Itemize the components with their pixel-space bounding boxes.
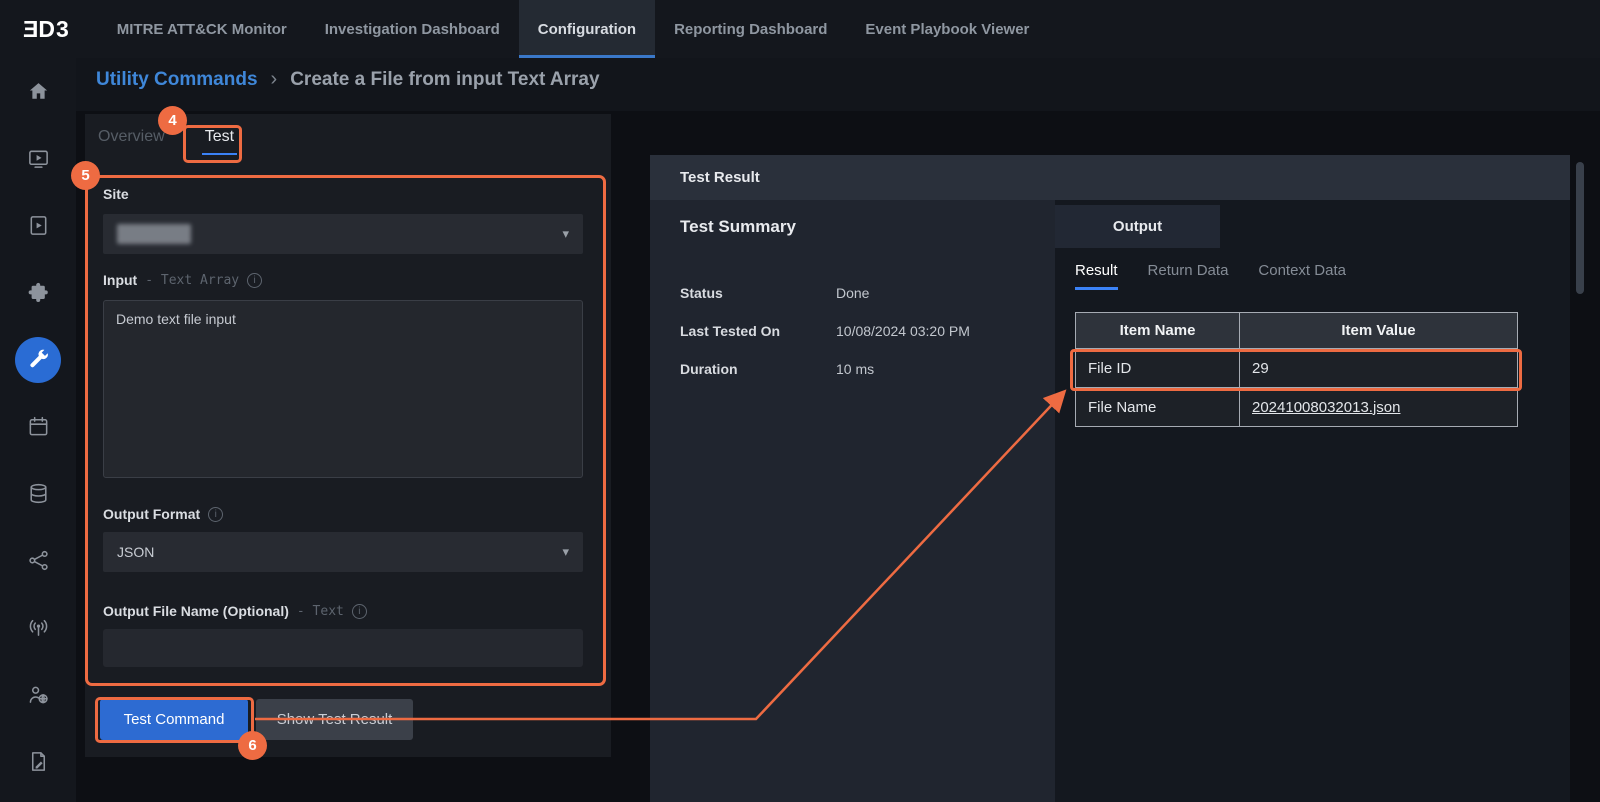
sidebar-item-geo-users[interactable] bbox=[0, 661, 76, 728]
nav-investigation-dashboard[interactable]: Investigation Dashboard bbox=[306, 0, 519, 58]
top-nav-items: MITRE ATT&CK Monitor Investigation Dashb… bbox=[98, 0, 1049, 58]
summary-row-duration: Duration 10 ms bbox=[680, 361, 874, 377]
site-value-redacted bbox=[117, 224, 191, 244]
tab-overview[interactable]: Overview bbox=[95, 126, 168, 155]
tab-output[interactable]: Output bbox=[1055, 205, 1220, 248]
result-table: Item Name Item Value File ID 29 File Nam… bbox=[1075, 312, 1518, 427]
d3-logo-text: D3 bbox=[38, 16, 69, 43]
subtab-result[interactable]: Result bbox=[1075, 262, 1118, 290]
summary-row-last-tested: Last Tested On 10/08/2024 03:20 PM bbox=[680, 323, 970, 339]
top-nav: ED3 MITRE ATT&CK Monitor Investigation D… bbox=[0, 0, 1600, 58]
chevron-down-icon: ▾ bbox=[562, 544, 569, 560]
calendar-icon bbox=[27, 415, 50, 438]
d3-logo-reversed-e: E bbox=[22, 16, 38, 43]
d3-logo[interactable]: ED3 bbox=[22, 16, 70, 43]
input-textarea[interactable]: Demo text file input bbox=[103, 300, 583, 478]
share-network-icon bbox=[27, 549, 50, 572]
subtab-return-data[interactable]: Return Data bbox=[1148, 262, 1229, 290]
tools-icon bbox=[26, 348, 50, 372]
breadcrumb-current-page: Create a File from input Text Array bbox=[290, 69, 599, 91]
test-summary-title: Test Summary bbox=[680, 217, 796, 237]
app-root: ED3 MITRE ATT&CK Monitor Investigation D… bbox=[0, 0, 1600, 802]
form-tabs: Overview Test bbox=[95, 126, 237, 155]
cell-file-name-name: File Name bbox=[1076, 388, 1240, 427]
sidebar-item-reports[interactable] bbox=[0, 728, 76, 795]
summary-value: 10 ms bbox=[836, 361, 874, 377]
output-format-label: Output Format bbox=[103, 506, 200, 522]
header-item-value: Item Value bbox=[1240, 313, 1518, 349]
output-subtabs: Result Return Data Context Data bbox=[1075, 262, 1346, 290]
broadcast-icon bbox=[27, 616, 50, 639]
summary-row-status: Status Done bbox=[680, 285, 869, 301]
chevron-right-icon: › bbox=[271, 68, 278, 91]
sidebar-item-playbooks[interactable] bbox=[0, 192, 76, 259]
table-row-file-id: File ID 29 bbox=[1076, 349, 1518, 388]
site-label-row: Site bbox=[103, 186, 129, 202]
monitor-play-icon bbox=[27, 147, 50, 170]
file-download-link[interactable]: 20241008032013.json bbox=[1252, 399, 1400, 416]
command-form-panel: Overview Test Site ▾ Input - Text Array … bbox=[85, 114, 611, 757]
output-file-name-input[interactable] bbox=[103, 629, 583, 667]
summary-label: Last Tested On bbox=[680, 323, 836, 339]
test-result-title: Test Result bbox=[680, 169, 760, 186]
sidebar-item-utility-commands[interactable] bbox=[0, 326, 76, 393]
nav-event-playbook-viewer[interactable]: Event Playbook Viewer bbox=[846, 0, 1048, 58]
header-item-name: Item Name bbox=[1076, 313, 1240, 349]
breadcrumb-utility-commands[interactable]: Utility Commands bbox=[96, 69, 258, 91]
sidebar-item-event-monitor[interactable] bbox=[0, 125, 76, 192]
user-globe-icon bbox=[27, 683, 50, 706]
tab-test[interactable]: Test bbox=[202, 126, 237, 155]
info-icon[interactable]: i bbox=[247, 273, 262, 288]
show-test-result-button[interactable]: Show Test Result bbox=[256, 699, 413, 740]
cell-file-id-value: 29 bbox=[1240, 349, 1518, 388]
sidebar-item-schedule[interactable] bbox=[0, 393, 76, 460]
summary-value: Done bbox=[836, 285, 869, 301]
site-select[interactable]: ▾ bbox=[103, 214, 583, 254]
nav-mitre-attack-monitor[interactable]: MITRE ATT&CK Monitor bbox=[98, 0, 306, 58]
document-signature-icon bbox=[27, 750, 50, 773]
cell-file-id-name: File ID bbox=[1076, 349, 1240, 388]
site-label: Site bbox=[103, 186, 129, 202]
sidebar-item-integrations[interactable] bbox=[0, 259, 76, 326]
summary-value: 10/08/2024 03:20 PM bbox=[836, 323, 970, 339]
info-icon[interactable]: i bbox=[208, 507, 223, 522]
test-result-panel: Test Result Test Summary Status Done Las… bbox=[650, 155, 1570, 802]
sidebar-item-home[interactable] bbox=[0, 58, 76, 125]
puzzle-icon bbox=[27, 281, 50, 304]
cell-file-name-value: 20241008032013.json bbox=[1240, 388, 1518, 427]
subtab-context-data[interactable]: Context Data bbox=[1258, 262, 1346, 290]
output-format-select[interactable]: JSON ▾ bbox=[103, 532, 583, 572]
database-icon bbox=[27, 482, 50, 505]
input-label-row: Input - Text Array i bbox=[103, 272, 262, 288]
sidebar-item-connections[interactable] bbox=[0, 527, 76, 594]
table-row-file-name: File Name 20241008032013.json bbox=[1076, 388, 1518, 427]
output-file-name-label: Output File Name (Optional) bbox=[103, 603, 289, 619]
output-format-label-row: Output Format i bbox=[103, 506, 223, 522]
test-command-button[interactable]: Test Command bbox=[100, 699, 248, 740]
sidebar-item-data-management[interactable] bbox=[0, 460, 76, 527]
home-icon bbox=[27, 80, 50, 103]
output-file-name-label-row: Output File Name (Optional) - Text i bbox=[103, 603, 367, 619]
input-type-hint: - Text Array bbox=[145, 273, 239, 288]
table-header-row: Item Name Item Value bbox=[1076, 313, 1518, 349]
icon-sidebar bbox=[0, 58, 76, 802]
info-icon[interactable]: i bbox=[352, 604, 367, 619]
nav-reporting-dashboard[interactable]: Reporting Dashboard bbox=[655, 0, 846, 58]
output-file-name-type-hint: - Text bbox=[297, 604, 344, 619]
output-format-value: JSON bbox=[117, 544, 154, 560]
chevron-down-icon: ▾ bbox=[562, 226, 569, 242]
file-play-icon bbox=[27, 214, 50, 237]
breadcrumb: Utility Commands › Create a File from in… bbox=[96, 68, 600, 91]
output-region: Output Result Return Data Context Data I… bbox=[1055, 200, 1570, 802]
summary-label: Status bbox=[680, 285, 836, 301]
nav-configuration[interactable]: Configuration bbox=[519, 0, 655, 58]
input-label: Input bbox=[103, 272, 137, 288]
summary-label: Duration bbox=[680, 361, 836, 377]
scrollbar[interactable] bbox=[1576, 162, 1584, 294]
sidebar-item-broadcast[interactable] bbox=[0, 594, 76, 661]
test-result-header: Test Result bbox=[650, 155, 1570, 200]
